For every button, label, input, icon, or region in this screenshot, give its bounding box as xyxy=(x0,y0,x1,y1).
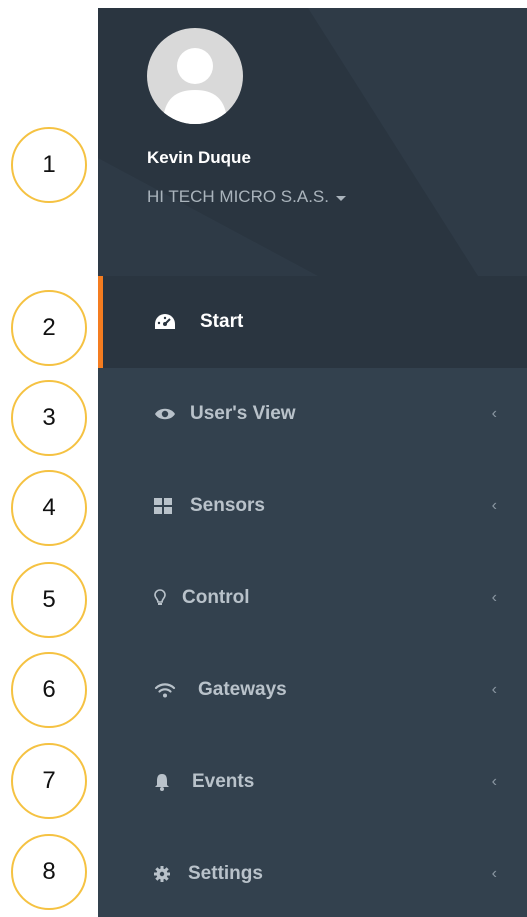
chevron-left-icon: ‹ xyxy=(491,589,497,606)
annotation-badge-4: 4 xyxy=(11,470,87,546)
wifi-icon xyxy=(154,682,176,698)
menu-item-control[interactable]: Control ‹ xyxy=(98,552,527,644)
menu-label-users-view: User's View xyxy=(190,403,296,424)
sidebar: Kevin Duque HI TECH MICRO S.A.S. Start U… xyxy=(98,8,527,917)
menu-item-sensors[interactable]: Sensors ‹ xyxy=(98,460,527,552)
avatar[interactable] xyxy=(147,28,243,124)
menu-item-events[interactable]: Events ‹ xyxy=(98,736,527,828)
annotation-badge-2: 2 xyxy=(11,290,87,366)
annotation-badge-1: 1 xyxy=(11,127,87,203)
lightbulb-icon xyxy=(154,589,166,607)
dashboard-icon xyxy=(154,312,176,332)
active-indicator xyxy=(98,276,103,368)
menu-label-control: Control xyxy=(182,587,250,608)
user-name: Kevin Duque xyxy=(147,148,251,167)
menu-item-settings[interactable]: Settings ‹ xyxy=(98,828,527,917)
bell-icon xyxy=(154,773,170,791)
caret-down-icon xyxy=(336,195,346,201)
menu-item-start[interactable]: Start xyxy=(98,276,527,368)
chevron-left-icon: ‹ xyxy=(491,405,497,422)
menu-label-sensors: Sensors xyxy=(190,495,265,516)
profile-panel: Kevin Duque HI TECH MICRO S.A.S. xyxy=(98,8,527,276)
company-name: HI TECH MICRO S.A.S. xyxy=(147,187,329,206)
chevron-left-icon: ‹ xyxy=(491,865,497,882)
user-silhouette-icon xyxy=(163,48,227,124)
menu-item-users-view[interactable]: User's View ‹ xyxy=(98,368,527,460)
company-dropdown[interactable]: HI TECH MICRO S.A.S. xyxy=(147,187,346,207)
menu-label-start: Start xyxy=(200,311,244,332)
chevron-left-icon: ‹ xyxy=(491,497,497,514)
chevron-left-icon: ‹ xyxy=(491,681,497,698)
annotation-badge-5: 5 xyxy=(11,562,87,638)
eye-icon xyxy=(154,407,176,421)
gear-icon xyxy=(154,866,170,882)
menu-label-gateways: Gateways xyxy=(198,679,287,700)
annotation-badge-6: 6 xyxy=(11,652,87,728)
menu-label-events: Events xyxy=(192,771,255,792)
chevron-left-icon: ‹ xyxy=(491,773,497,790)
menu-label-settings: Settings xyxy=(188,863,263,884)
menu-item-gateways[interactable]: Gateways ‹ xyxy=(98,644,527,736)
annotation-badge-3: 3 xyxy=(11,380,87,456)
grid-icon xyxy=(154,498,172,514)
annotation-badge-8: 8 xyxy=(11,834,87,910)
annotation-badge-7: 7 xyxy=(11,743,87,819)
